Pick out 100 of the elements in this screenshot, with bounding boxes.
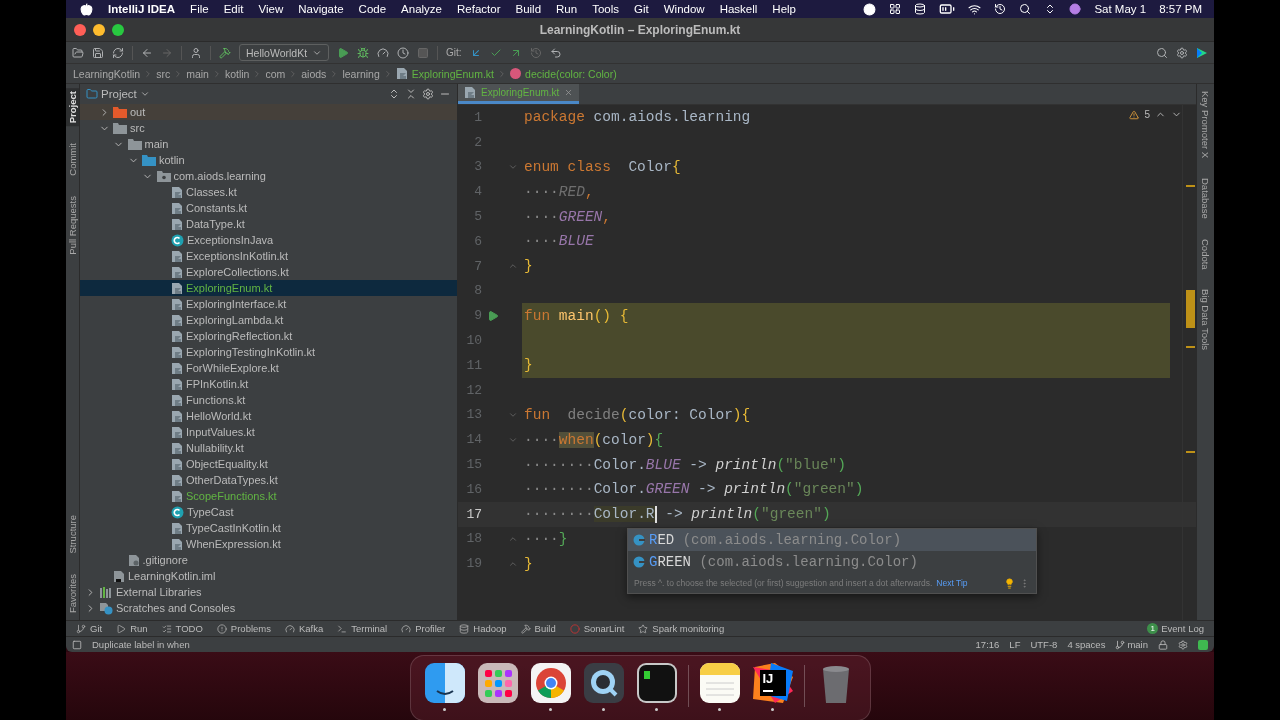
tool-window-tab[interactable]: Codota xyxy=(1199,235,1212,273)
plugin-icon[interactable] xyxy=(1196,46,1208,59)
menu-item[interactable]: Build xyxy=(515,3,542,15)
tree-item[interactable]: HelloWorld.kt xyxy=(80,408,457,424)
tool-window-button[interactable]: TODO xyxy=(161,623,203,634)
tool-window-tab[interactable]: Big Data Tools xyxy=(1199,286,1212,354)
lock-icon[interactable] xyxy=(1158,639,1168,650)
lightbulb-icon[interactable] xyxy=(1004,577,1015,589)
wifi-icon[interactable] xyxy=(968,2,982,16)
tree-item[interactable]: ExploringLambda.kt xyxy=(80,312,457,328)
tool-window-tab[interactable]: Favorites xyxy=(66,570,79,616)
launchpad-icon[interactable] xyxy=(475,661,520,705)
tree-item[interactable]: out xyxy=(80,104,457,120)
warning-count[interactable]: 5 xyxy=(1144,109,1150,120)
caret-position[interactable]: 17:16 xyxy=(975,639,1000,650)
rollback-icon[interactable] xyxy=(549,46,562,59)
indent-setting[interactable]: 4 spaces xyxy=(1067,639,1106,650)
completion-item[interactable]: GREEN (com.aiods.learning.Color) xyxy=(628,551,1036,573)
event-log-button[interactable]: 1 Event Log xyxy=(1147,623,1204,634)
tree-item[interactable]: LearningKotlin.iml xyxy=(80,568,457,584)
tree-item[interactable]: src xyxy=(80,120,457,136)
tree-item[interactable]: Classes.kt xyxy=(80,184,457,200)
tree-item[interactable]: TypeCast xyxy=(80,504,457,520)
expand-all-icon[interactable] xyxy=(388,87,400,100)
menu-item[interactable]: Help xyxy=(772,3,796,15)
menu-item[interactable]: Window xyxy=(663,3,705,15)
tool-window-button[interactable]: Git xyxy=(76,623,103,634)
tree-item[interactable]: TypeCastInKotlin.kt xyxy=(80,520,457,536)
tool-window-button[interactable]: Run xyxy=(116,623,148,634)
debug-icon[interactable] xyxy=(357,46,370,59)
close-button[interactable] xyxy=(74,23,86,36)
quicktime-icon[interactable] xyxy=(581,661,626,705)
next-tip-link[interactable]: Next Tip xyxy=(936,578,968,588)
search-icon[interactable] xyxy=(1019,3,1032,15)
tree-item[interactable]: com.aiods.learning xyxy=(80,168,457,184)
tool-window-button[interactable]: Kafka xyxy=(285,623,324,634)
tree-item[interactable]: WhenExpression.kt xyxy=(80,536,457,552)
tool-window-button[interactable]: SonarLint xyxy=(569,623,625,634)
tool-window-tab[interactable]: Structure xyxy=(66,512,79,557)
tool-window-button[interactable]: Build xyxy=(520,623,556,634)
file-encoding[interactable]: UTF-8 xyxy=(1030,639,1058,650)
tree-item[interactable]: ExceptionsInKotlin.kt xyxy=(80,248,457,264)
notes-icon[interactable] xyxy=(697,661,742,705)
breadcrumb[interactable]: kotlin xyxy=(224,67,250,80)
breadcrumb[interactable]: aiods xyxy=(301,67,327,80)
open-folder-icon[interactable] xyxy=(72,46,84,59)
menu-item[interactable]: File xyxy=(190,3,209,15)
menu-date[interactable]: Sat May 1 xyxy=(1094,3,1147,15)
app-menu[interactable]: IntelliJ IDEA xyxy=(108,3,176,15)
tree-item[interactable]: .gitignore xyxy=(80,552,457,568)
settings-icon[interactable] xyxy=(422,87,434,100)
settings-icon[interactable] xyxy=(1178,639,1188,650)
breadcrumb[interactable]: src xyxy=(156,67,171,80)
menu-item[interactable]: Refactor xyxy=(457,3,501,15)
tree-item[interactable]: Functions.kt xyxy=(80,392,457,408)
plugin-icon[interactable] xyxy=(1198,639,1208,650)
settings-icon[interactable] xyxy=(1176,46,1188,59)
tool-window-button[interactable]: Problems xyxy=(216,623,271,634)
tree-item[interactable]: Scratches and Consoles xyxy=(80,600,457,616)
tree-item[interactable]: ObjectEquality.kt xyxy=(80,456,457,472)
hammer-icon[interactable] xyxy=(219,46,231,59)
tree-item[interactable]: main xyxy=(80,136,457,152)
menu-item[interactable]: Analyze xyxy=(401,3,442,15)
tree-item[interactable]: InputValues.kt xyxy=(80,424,457,440)
git-branch[interactable]: main xyxy=(1115,639,1148,650)
apple-icon[interactable] xyxy=(80,2,93,16)
minimize-button[interactable] xyxy=(93,23,105,36)
tree-item[interactable]: ExceptionsInJava xyxy=(80,232,457,248)
tree-item[interactable]: OtherDataTypes.kt xyxy=(80,472,457,488)
breadcrumb[interactable]: main xyxy=(186,67,209,80)
tree-item[interactable]: ForWhileExplore.kt xyxy=(80,360,457,376)
tree-item[interactable]: FPInKotlin.kt xyxy=(80,376,457,392)
tree-item[interactable]: kotlin xyxy=(80,152,457,168)
close-icon[interactable] xyxy=(564,88,574,97)
tree-item[interactable]: External Libraries xyxy=(80,584,457,600)
tree-item[interactable]: ExploreCollections.kt xyxy=(80,264,457,280)
tool-window-button[interactable]: Profiler xyxy=(401,623,446,634)
tree-item[interactable]: Constants.kt xyxy=(80,200,457,216)
breadcrumb[interactable]: com xyxy=(265,67,286,80)
breadcrumb[interactable]: learning xyxy=(342,67,380,80)
record-icon[interactable] xyxy=(863,2,877,16)
breadcrumb[interactable]: LearningKotlin xyxy=(73,67,141,80)
user-icon[interactable] xyxy=(190,46,202,59)
tool-window-tab[interactable]: Commit xyxy=(66,140,79,179)
tool-window-tab[interactable]: Project xyxy=(66,88,79,127)
tree-item[interactable]: Nullability.kt xyxy=(80,440,457,456)
back-icon[interactable] xyxy=(141,46,153,59)
sync-icon[interactable] xyxy=(112,46,124,59)
tool-window-button[interactable]: Spark monitoring xyxy=(638,623,725,634)
intellij-icon[interactable]: IJ xyxy=(750,661,795,705)
menu-item[interactable]: Code xyxy=(358,3,387,15)
zoom-button[interactable] xyxy=(112,23,124,36)
menu-item[interactable]: Edit xyxy=(223,3,244,15)
editor-tab[interactable]: ExploringEnum.kt xyxy=(458,84,580,104)
run-icon[interactable] xyxy=(337,46,350,59)
tree-item[interactable]: ScopeFunctions.kt xyxy=(80,488,457,504)
tool-window-button[interactable]: Terminal xyxy=(337,623,388,634)
breadcrumb[interactable]: ExploringEnum.kt xyxy=(395,67,495,80)
save-icon[interactable] xyxy=(92,46,104,59)
terminal-icon[interactable] xyxy=(634,661,679,705)
